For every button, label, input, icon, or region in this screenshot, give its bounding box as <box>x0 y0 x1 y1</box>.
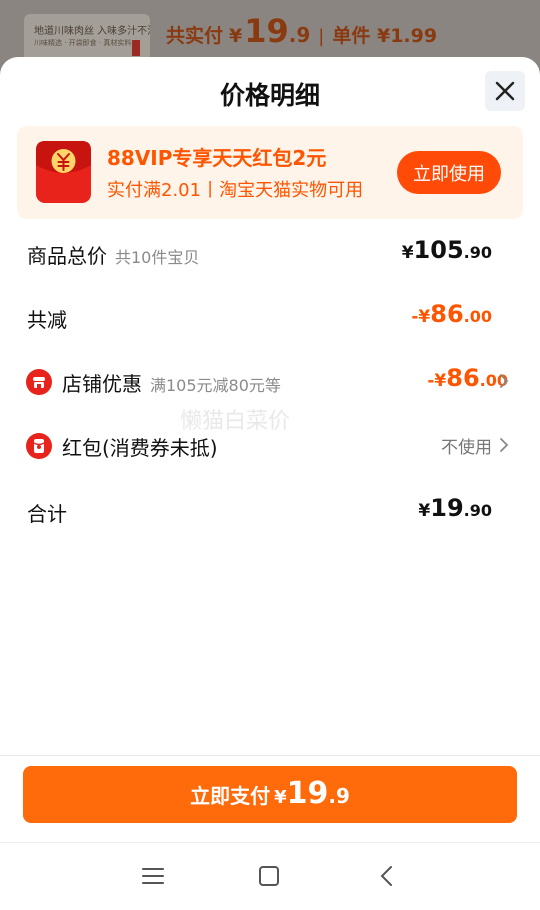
goods-total-amount: ¥105.90 <box>402 236 492 264</box>
home-icon <box>259 866 279 886</box>
thumb-text-2: 川味精选 · 开袋即食 · 真材实料 <box>34 39 132 47</box>
shop-discount-int: 86 <box>446 364 480 392</box>
peek-unit-price: 单件 ¥1.99 <box>332 25 438 47</box>
goods-total-label: 商品总价 共10件宝贝 <box>27 240 199 269</box>
shop-discount-row[interactable]: 店铺优惠 满105元减80元等 -¥ 86.00 <box>0 362 540 402</box>
red-packet-value: 不使用 <box>441 438 492 458</box>
reduction-amount: -¥ 86.00 <box>411 300 492 328</box>
peek-price: 共实付 ¥ 19 .9 | 单件 ¥1.99 <box>166 12 437 50</box>
pay-now-button[interactable]: 立即支付 ¥ 19 .9 <box>23 766 517 823</box>
shop-icon <box>26 369 52 395</box>
total-reduction-row: 共减 -¥ 86.00 <box>0 298 540 338</box>
thumb-red-mark <box>132 40 140 56</box>
shop-discount-currency: -¥ <box>427 371 447 391</box>
thumb-text-1: 地道川味肉丝 入味多汁不油腻 <box>34 26 150 37</box>
goods-total-int: 105 <box>413 236 464 264</box>
pay-int: 19 <box>286 776 329 811</box>
close-icon <box>495 81 515 101</box>
reduction-int: 86 <box>430 300 464 328</box>
menu-button[interactable] <box>133 861 173 891</box>
red-packet-row[interactable]: 红包(消费券未抵) 不使用 <box>0 426 540 466</box>
goods-total-dec: .90 <box>463 243 492 262</box>
red-packet-label: 红包(消费券未抵) <box>62 436 218 460</box>
vip-banner-subtitle: 实付满2.01丨淘宝天猫实物可用 <box>107 180 364 201</box>
reduction-dec: .00 <box>463 307 492 326</box>
grand-total-int: 19 <box>430 494 464 522</box>
grand-total-label: 合计 <box>27 502 67 526</box>
pay-dec: .9 <box>328 784 350 808</box>
vip-banner-title: 88VIP专享天天红包2元 <box>107 146 327 170</box>
item-count: 共10件宝贝 <box>115 248 200 267</box>
red-packet-icon <box>26 433 52 459</box>
sheet-title: 价格明细 <box>219 81 320 110</box>
price-detail-sheet: 价格明细 88VIP专享天天红包2元 实付满2.01丨淘宝天猫实物可用 立即使用… <box>0 57 540 910</box>
footer-divider <box>0 755 540 756</box>
peek-total-int: 19 <box>244 12 289 50</box>
pay-label: 立即支付 <box>190 784 271 808</box>
red-envelope-yuan-icon <box>36 141 91 203</box>
shop-discount-detail: 满105元减80元等 <box>150 376 281 395</box>
chevron-right-icon <box>500 438 509 452</box>
grand-total-row: 合计 ¥19.90 <box>0 492 540 532</box>
reduction-currency: -¥ <box>411 307 431 327</box>
grand-total-currency: ¥ <box>418 501 431 521</box>
back-button[interactable] <box>366 861 406 891</box>
vip-red-packet-banner: 88VIP专享天天红包2元 实付满2.01丨淘宝天猫实物可用 立即使用 <box>17 126 523 219</box>
grand-total-dec: .90 <box>463 501 492 520</box>
home-button[interactable] <box>249 861 289 891</box>
reduction-label: 共减 <box>27 308 67 332</box>
grand-total-amount: ¥19.90 <box>418 494 492 522</box>
shop-discount-amount: -¥ 86.00 <box>427 364 508 392</box>
peek-currency: ¥ <box>229 25 243 47</box>
peek-total-dec: .9 <box>288 23 311 47</box>
peek-total-label: 共实付 <box>166 25 224 47</box>
system-navbar <box>0 842 540 910</box>
goods-total-row: 商品总价 共10件宝贝 ¥105.90 <box>0 234 540 274</box>
goods-total-currency: ¥ <box>401 243 414 263</box>
chevron-right-icon <box>500 374 509 388</box>
close-button[interactable] <box>485 71 525 111</box>
shop-discount-text: 店铺优惠 <box>62 372 142 396</box>
peek-separator: | <box>318 26 325 47</box>
back-icon <box>380 866 392 886</box>
pay-currency: ¥ <box>274 787 287 808</box>
shop-discount-label: 店铺优惠 满105元减80元等 <box>62 368 281 397</box>
menu-icon <box>142 868 164 884</box>
goods-total-text: 商品总价 <box>27 244 107 268</box>
use-now-button[interactable]: 立即使用 <box>397 151 501 194</box>
